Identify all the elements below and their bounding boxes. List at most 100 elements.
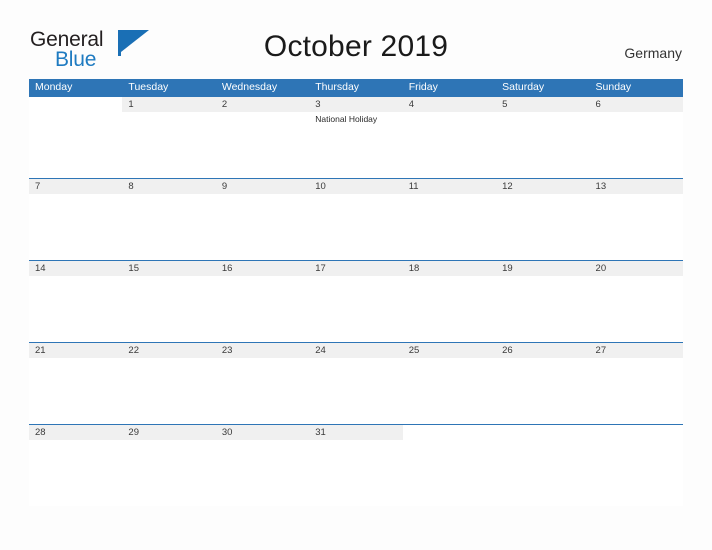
- calendar-page: General Blue October 2019 Germany Monday…: [0, 0, 712, 550]
- calendar-day-cell[interactable]: 24: [309, 343, 403, 424]
- day-number: 10: [315, 181, 326, 192]
- calendar-day-cell[interactable]: 26: [496, 343, 590, 424]
- calendar-day-cell[interactable]: 2: [215, 97, 310, 178]
- weekday-wednesday: Wednesday: [221, 81, 278, 93]
- day-number: 3: [315, 99, 321, 110]
- calendar-week-row: 1 2 3 National Holiday 4 5 6: [29, 96, 683, 178]
- day-number: 5: [502, 99, 508, 110]
- calendar-weeks: 1 2 3 National Holiday 4 5 6 7 8 9 10 11 12 13 14 15 16 1…: [29, 96, 683, 506]
- day-number: 1: [128, 99, 134, 110]
- day-number: 31: [315, 427, 326, 438]
- calendar-day-cell[interactable]: 4: [402, 97, 497, 178]
- day-number: 8: [128, 181, 134, 192]
- day-number-band: [309, 97, 403, 112]
- day-number: 19: [502, 263, 513, 274]
- week-days: 7 8 9 10 11 12 13: [29, 179, 683, 260]
- calendar-day-cell[interactable]: 22: [122, 343, 216, 424]
- calendar-day-cell[interactable]: 8: [122, 179, 216, 260]
- page-header: General Blue October 2019 Germany: [0, 0, 712, 76]
- day-number: 2: [221, 99, 228, 110]
- calendar-week-row: 28 29 30 31: [29, 424, 683, 506]
- calendar-day-cell[interactable]: 11: [402, 179, 497, 260]
- calendar-day-cell[interactable]: [29, 97, 123, 178]
- day-number: 25: [408, 345, 420, 356]
- calendar-week-row: 21 22 23 24 25 26 27: [29, 342, 683, 424]
- calendar-day-cell[interactable]: 12: [496, 179, 590, 260]
- calendar-day-cell[interactable]: 15: [122, 261, 216, 342]
- calendar-day-cell[interactable]: 1: [122, 97, 216, 178]
- calendar-grid: Monday Tuesday Wednesday Thursday Friday…: [29, 79, 683, 506]
- day-number: 14: [35, 263, 46, 274]
- calendar-day-cell[interactable]: 30: [215, 425, 310, 506]
- day-number: 26: [502, 345, 513, 356]
- day-number: 24: [315, 345, 326, 356]
- calendar-day-cell[interactable]: [496, 425, 590, 506]
- week-days: 21 22 23 24 25 26 27: [29, 343, 683, 424]
- day-number-band: [496, 97, 590, 112]
- day-number-band: [215, 97, 310, 112]
- day-number-band: [29, 97, 122, 112]
- calendar-day-cell[interactable]: 31: [309, 425, 403, 506]
- day-number: 22: [128, 345, 139, 356]
- calendar-day-cell[interactable]: 28: [29, 425, 123, 506]
- page-title: October 2019: [263, 30, 449, 63]
- day-number: 28: [35, 427, 46, 438]
- day-number: 30: [221, 427, 233, 438]
- day-number: 9: [221, 181, 228, 192]
- calendar-day-cell[interactable]: 3 National Holiday: [309, 97, 403, 178]
- country-label: Germany: [624, 45, 682, 61]
- calendar-day-cell[interactable]: 21: [29, 343, 123, 424]
- day-events: National Holiday: [315, 113, 399, 126]
- day-number: 11: [408, 181, 419, 192]
- day-number: 18: [408, 263, 420, 274]
- day-number: 20: [595, 263, 607, 274]
- calendar-day-cell[interactable]: 27: [589, 343, 683, 424]
- weekday-friday: Friday: [408, 81, 438, 93]
- day-number: 15: [128, 263, 139, 274]
- calendar-day-cell[interactable]: 13: [589, 179, 683, 260]
- calendar-day-cell[interactable]: 9: [215, 179, 310, 260]
- calendar-day-cell[interactable]: 7: [29, 179, 123, 260]
- day-number-band: [590, 425, 683, 440]
- weekday-monday: Monday: [35, 81, 73, 93]
- weekday-saturday: Saturday: [502, 81, 545, 93]
- weekday-sunday: Sunday: [595, 81, 632, 93]
- weekday-tuesday: Tuesday: [128, 81, 169, 93]
- day-number-band: [589, 97, 683, 112]
- day-number: 17: [315, 263, 326, 274]
- calendar-day-cell[interactable]: 29: [122, 425, 216, 506]
- calendar-day-cell[interactable]: 20: [589, 261, 683, 342]
- day-number: 4: [408, 99, 414, 110]
- day-number-band: [122, 179, 216, 194]
- calendar-week-row: 7 8 9 10 11 12 13: [29, 178, 683, 260]
- weekday-thursday: Thursday: [315, 81, 360, 93]
- calendar-day-cell[interactable]: 19: [496, 261, 590, 342]
- day-number-band: [402, 97, 497, 112]
- calendar-day-cell[interactable]: 16: [215, 261, 310, 342]
- calendar-day-cell[interactable]: [402, 425, 497, 506]
- day-number-band: [215, 179, 310, 194]
- calendar-day-cell[interactable]: 23: [215, 343, 310, 424]
- weekday-header-row: Monday Tuesday Wednesday Thursday Friday…: [29, 79, 683, 96]
- day-number: 13: [595, 181, 607, 192]
- day-number-band: [403, 425, 496, 440]
- day-number: 27: [595, 345, 607, 356]
- calendar-day-cell[interactable]: 18: [402, 261, 497, 342]
- day-number: 7: [35, 181, 41, 192]
- calendar-week-row: 14 15 16 17 18 19 20: [29, 260, 683, 342]
- calendar-day-cell[interactable]: 6: [589, 97, 683, 178]
- week-days: 1 2 3 National Holiday 4 5 6: [29, 97, 683, 178]
- day-event-label: National Holiday: [315, 114, 378, 124]
- calendar-day-cell[interactable]: 14: [29, 261, 123, 342]
- week-days: 28 29 30 31: [29, 425, 683, 506]
- day-number-band: [496, 425, 589, 440]
- calendar-day-cell[interactable]: 17: [309, 261, 403, 342]
- calendar-day-cell[interactable]: 10: [309, 179, 403, 260]
- week-days: 14 15 16 17 18 19 20: [29, 261, 683, 342]
- calendar-day-cell[interactable]: 25: [402, 343, 497, 424]
- calendar-day-cell[interactable]: 5: [496, 97, 590, 178]
- day-number-band: [29, 179, 123, 194]
- calendar-day-cell[interactable]: [589, 425, 683, 506]
- day-number-band: [122, 97, 216, 112]
- day-number: 21: [35, 345, 46, 356]
